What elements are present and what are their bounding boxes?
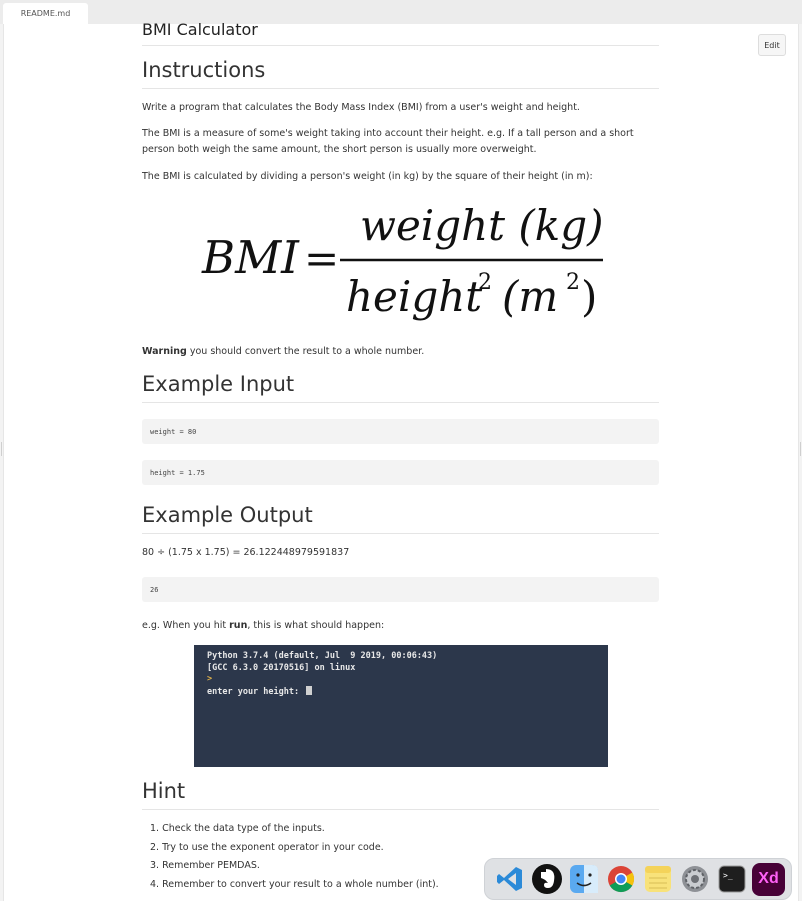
bmi-formula-image: BMI = weight (kg) height 2 (m 2 )	[201, 201, 604, 321]
adobe-xd-icon[interactable]: Xd	[752, 862, 785, 896]
document-title: BMI Calculator	[142, 20, 659, 46]
terminal-input-label: enter your height:	[207, 686, 305, 697]
edit-button[interactable]: Edit	[758, 34, 786, 56]
formula-lhs: BMI	[201, 231, 300, 284]
chrome-icon[interactable]	[604, 863, 637, 896]
tab-readme[interactable]: README.md	[3, 3, 88, 24]
list-item: 1. Check the data type of the inputs.	[150, 823, 325, 834]
formula-exponent-1: 2	[478, 270, 492, 295]
hint-heading: Hint	[142, 779, 659, 810]
instructions-paragraph-3: The BMI is calculated by dividing a pers…	[142, 171, 593, 182]
formula-exponent-2: 2	[566, 270, 580, 295]
list-item: 2. Try to use the exponent operator in y…	[150, 841, 384, 853]
macos-dock: >_ Xd	[484, 858, 792, 900]
finder-icon[interactable]	[567, 863, 600, 896]
vscode-icon[interactable]	[493, 863, 526, 896]
code-block-weight: weight = 80	[142, 419, 659, 444]
terminal-prompt: >	[207, 674, 213, 684]
example-input-heading: Example Input	[142, 372, 659, 403]
system-preferences-icon[interactable]	[678, 863, 711, 896]
adobe-xd-label: Xd	[758, 870, 779, 887]
warning-text: you should convert the result to a whole…	[186, 346, 425, 357]
warning-label: Warning	[142, 346, 187, 357]
evernote-icon[interactable]	[530, 863, 563, 896]
terminal-line-4: enter your height:	[207, 685, 595, 699]
formula-denominator-word: height	[346, 272, 482, 321]
notes-icon[interactable]	[641, 863, 674, 896]
terminal-cursor	[306, 685, 313, 695]
code-block-height: height = 1.75	[142, 460, 659, 485]
right-resize-handle[interactable]	[800, 442, 801, 456]
run-note-pre: e.g. When you hit	[142, 620, 230, 631]
example-output-heading: Example Output	[142, 503, 659, 534]
output-calculation: 80 ÷ (1.75 x 1.75) = 26.122448979591837	[142, 547, 350, 558]
formula-denominator-unit: (m	[502, 272, 558, 321]
warning-paragraph: Warning you should convert the result to…	[142, 344, 659, 360]
run-note: e.g. When you hit run, this is what shou…	[142, 618, 659, 634]
left-resize-handle[interactable]	[1, 442, 2, 456]
instructions-heading: Instructions	[142, 58, 659, 89]
terminal-line-2: [GCC 6.3.0 20170516] on linux	[207, 662, 356, 673]
terminal-icon[interactable]: >_	[715, 863, 748, 896]
formula-equals: =	[304, 234, 339, 283]
formula-numerator: weight (kg)	[360, 201, 604, 250]
instructions-paragraph-2: The BMI is a measure of some's weight ta…	[142, 128, 634, 155]
code-block-output: 26	[142, 577, 659, 602]
run-note-post: , this is what should happen:	[247, 620, 385, 631]
terminal-line-1: Python 3.7.4 (default, Jul 9 2019, 00:06…	[207, 651, 438, 661]
terminal-icon-label: >_	[723, 871, 733, 880]
terminal-output: Python 3.7.4 (default, Jul 9 2019, 00:06…	[194, 645, 608, 767]
instructions-paragraph-1: Write a program that calculates the Body…	[142, 102, 580, 113]
formula-close-paren: )	[581, 272, 597, 321]
run-note-bold: run	[229, 620, 248, 631]
